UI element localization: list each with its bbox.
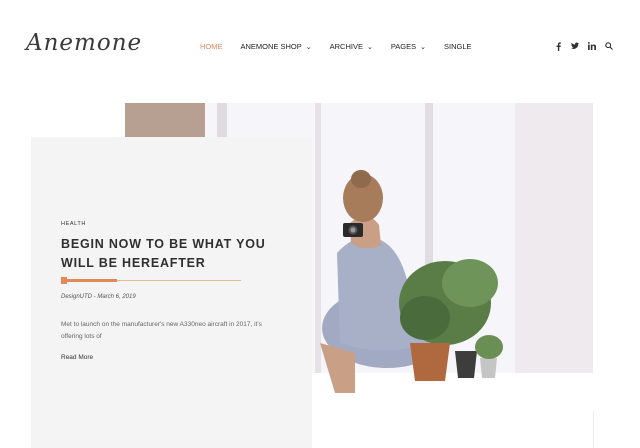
linkedin-icon[interactable] [588, 41, 596, 51]
plant-pot [455, 351, 477, 378]
nav-item-single[interactable]: SINGLE [444, 42, 472, 51]
post-meta: DesignUTD - March 6, 2019 [61, 294, 136, 300]
title-divider-marker [61, 277, 67, 284]
chevron-down-icon: ⌄ [420, 43, 427, 51]
plant-pot [480, 358, 497, 378]
title-divider-accent [61, 279, 117, 282]
plant-leaves [442, 259, 498, 307]
nav-item-pages[interactable]: PAGES ⌄ [391, 42, 426, 51]
twitter-icon[interactable] [571, 41, 579, 51]
nav-item-label: PAGES [390, 42, 417, 51]
nav-item-label: SINGLE [444, 42, 472, 51]
social-links [554, 41, 613, 51]
plant-leaves [475, 335, 503, 359]
nav-item-archive[interactable]: ARCHIVE ⌄ [330, 42, 373, 51]
chevron-down-icon: ⌄ [366, 43, 373, 51]
content-area [312, 411, 594, 448]
search-icon[interactable] [605, 41, 613, 51]
nav-item-label: ARCHIVE [329, 42, 363, 51]
post-title[interactable]: BEGIN NOW TO BE WHAT YOU WILL BE HEREAFT… [61, 235, 281, 273]
nav-item-home[interactable]: HOME [200, 42, 223, 51]
nav-item-label: ANEMONE SHOP [240, 42, 302, 51]
nav-item-label: HOME [200, 42, 223, 51]
facebook-icon[interactable] [554, 41, 562, 51]
main-nav: HOME ANEMONE SHOP ⌄ ARCHIVE ⌄ PAGES ⌄ SI… [200, 42, 490, 51]
hair-bun [351, 170, 371, 188]
post-excerpt: Met to launch on the manufacturer's new … [61, 321, 262, 340]
plant-pot [410, 343, 450, 381]
chevron-down-icon: ⌄ [305, 43, 312, 51]
site-logo[interactable]: Anemone [26, 30, 142, 56]
post-card [31, 137, 312, 448]
read-more-link[interactable]: Read More [61, 354, 93, 361]
plant-leaves [400, 296, 450, 340]
nav-item-anemone-shop[interactable]: ANEMONE SHOP ⌄ [241, 42, 312, 51]
post-category[interactable]: HEALTH [61, 221, 86, 227]
